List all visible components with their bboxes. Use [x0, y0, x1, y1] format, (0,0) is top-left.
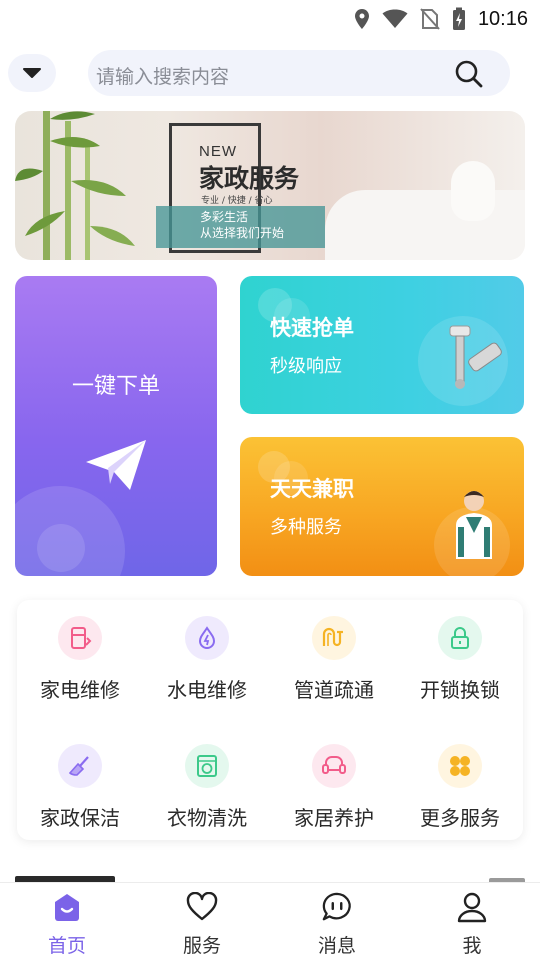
vase-illustration	[451, 161, 495, 221]
search-placeholder: 请输入搜索内容	[96, 66, 230, 88]
bamboo-illustration	[15, 111, 135, 260]
bottom-nav: 首页 服务 消息 我	[0, 882, 540, 960]
daily-parttime-card[interactable]: 天天兼职 多种服务	[240, 437, 524, 576]
wifi-icon	[382, 9, 408, 28]
location-icon	[354, 9, 369, 29]
service-item[interactable]: 衣物清洗	[144, 728, 270, 838]
services-grid: 家电维修 水电维修 管道疏通 开锁换锁 家政保洁 衣物清洗 家居养护 更多服务	[17, 600, 523, 840]
service-item[interactable]: 家电维修	[17, 600, 143, 710]
search-input[interactable]: 请输入搜索内容	[88, 50, 510, 96]
banner-title: 家政服务	[199, 164, 300, 193]
service-item[interactable]: 家政保洁	[17, 728, 143, 838]
washing-machine-icon	[197, 755, 217, 777]
daily-parttime-subtitle: 多种服务	[270, 517, 342, 538]
housekeeper-image	[456, 491, 492, 559]
service-label: 开锁换锁	[420, 678, 500, 702]
one-click-order-card[interactable]: 一键下单	[15, 276, 217, 576]
service-item[interactable]: 管道疏通	[271, 600, 397, 710]
service-icon-bg	[312, 744, 356, 788]
search-row: 请输入搜索内容	[8, 50, 528, 96]
one-click-order-label: 一键下单	[71, 374, 160, 399]
paper-plane-icon	[86, 440, 146, 490]
fridge-repair-icon	[71, 627, 92, 649]
no-sim-icon	[420, 8, 440, 30]
banner-tagline-2: 从选择我们开始	[200, 226, 285, 240]
nav-label-messages: 消息	[317, 935, 356, 957]
bed-illustration	[325, 190, 525, 260]
service-label: 更多服务	[420, 806, 500, 830]
service-item[interactable]: 家居养护	[271, 728, 397, 838]
service-icon-bg	[185, 744, 229, 788]
service-icon-bg	[438, 616, 482, 660]
banner-tagline-1: 多彩生活	[200, 210, 249, 224]
service-item[interactable]: 水电维修	[144, 600, 270, 710]
battery-charging-icon	[452, 7, 465, 30]
service-label: 水电维修	[167, 678, 247, 702]
dropdown-button[interactable]	[8, 54, 56, 92]
more-grid-icon	[450, 756, 470, 776]
service-icon-bg	[58, 744, 102, 788]
home-icon	[55, 894, 79, 921]
nav-item-me[interactable]: 我	[422, 883, 522, 960]
status-time: 10:16	[477, 7, 528, 30]
service-label: 衣物清洗	[167, 806, 247, 830]
user-icon	[457, 892, 487, 923]
service-icon-bg	[58, 616, 102, 660]
fast-grab-subtitle: 秒级响应	[270, 356, 342, 377]
service-item[interactable]: 开锁换锁	[397, 600, 523, 710]
service-label: 家电维修	[40, 678, 120, 702]
service-icon-bg	[438, 744, 482, 788]
chevron-down-icon	[23, 68, 41, 78]
service-label: 管道疏通	[294, 678, 374, 702]
service-item[interactable]: 更多服务	[397, 728, 523, 838]
daily-parttime-title: 天天兼职	[270, 477, 354, 501]
banner-tagline: 多彩生活 从选择我们开始	[156, 206, 325, 248]
sofa-icon	[322, 755, 346, 774]
service-label: 家居养护	[294, 806, 374, 830]
nav-item-home[interactable]: 首页	[17, 883, 117, 960]
promo-banner[interactable]: NEW 家政服务 专业 / 快捷 / 省心 多彩生活 从选择我们开始	[15, 111, 525, 260]
search-icon[interactable]	[454, 59, 484, 89]
message-icon	[322, 892, 351, 921]
broom-icon	[68, 756, 89, 776]
faucet-image	[449, 325, 502, 389]
nav-item-service[interactable]: 服务	[152, 883, 252, 960]
water-drop-bolt-icon	[198, 626, 216, 649]
fast-grab-title: 快速抢单	[270, 316, 354, 340]
banner-new-label: NEW	[199, 143, 237, 160]
service-icon-bg	[185, 616, 229, 660]
nav-label-me: 我	[462, 935, 482, 957]
nav-item-messages[interactable]: 消息	[287, 883, 387, 960]
status-bar: 10:16	[0, 0, 540, 38]
lock-icon	[451, 627, 469, 649]
service-label: 家政保洁	[40, 806, 120, 830]
pipe-icon	[322, 627, 343, 647]
service-icon-bg	[312, 616, 356, 660]
fast-grab-card[interactable]: 快速抢单 秒级响应	[240, 276, 524, 414]
nav-label-service: 服务	[182, 935, 221, 957]
heart-icon	[186, 892, 218, 921]
banner-subtitle: 专业 / 快捷 / 省心	[201, 196, 273, 206]
nav-label-home: 首页	[47, 935, 86, 957]
